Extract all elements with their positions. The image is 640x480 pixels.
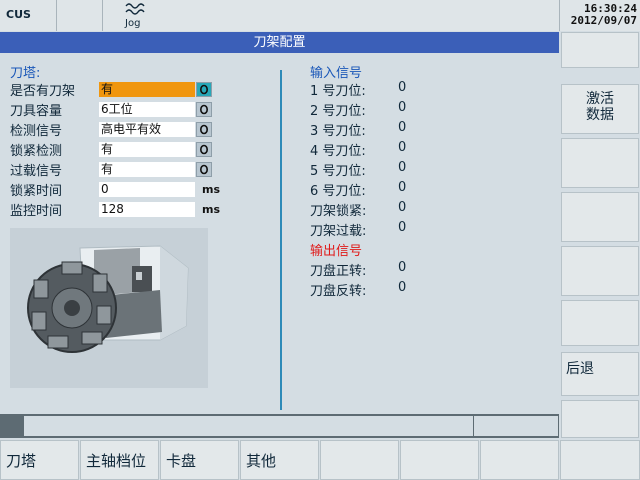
toggle-icon[interactable]: [196, 162, 212, 177]
vertical-softkey-4[interactable]: [561, 192, 639, 242]
input-signal-label: 刀架锁紧:: [310, 204, 367, 219]
op-mode-cell: Jog: [57, 0, 145, 31]
output-signal-value: 0: [398, 260, 407, 275]
input-signal-value: 0: [398, 100, 407, 115]
clock: 16:30:24 2012/09/07: [571, 3, 637, 27]
toggle-icon[interactable]: [196, 82, 212, 97]
input-signal-label: 3 号刀位:: [310, 124, 366, 139]
tab-label: 刀塔: [6, 452, 37, 470]
horizontal-softkey-5[interactable]: [320, 440, 399, 480]
back-button[interactable]: 后退: [561, 352, 639, 396]
input-signal-label: 5 号刀位:: [310, 164, 366, 179]
tab-label: 卡盘: [166, 452, 197, 470]
lock-time-unit: ms: [202, 183, 221, 196]
data-label: 数据: [586, 107, 614, 123]
mode-cell: CUS: [0, 0, 57, 31]
horizontal-softkey-8[interactable]: [560, 440, 640, 480]
detect-signal-field[interactable]: 高电平有效: [99, 122, 195, 137]
cycle-icon: [199, 84, 209, 95]
vertical-softkey-5[interactable]: [561, 246, 639, 296]
lock-time-field[interactable]: 0: [99, 182, 195, 197]
input-signal-label: 6 号刀位:: [310, 184, 366, 199]
column-divider: [280, 70, 282, 410]
input-signal-value: 0: [398, 220, 407, 235]
toggle-icon[interactable]: [196, 102, 212, 117]
turret-section-title: 刀塔:: [10, 66, 41, 81]
status-field: [474, 416, 558, 436]
overload-signal-label: 过载信号: [10, 164, 63, 179]
monitor-time-unit: ms: [202, 203, 221, 216]
detect-signal-label: 检测信号: [10, 124, 63, 139]
back-label: 后退: [566, 361, 594, 377]
page-title: 刀架配置: [0, 32, 559, 53]
tab-chuck[interactable]: 卡盘: [160, 440, 239, 480]
tab-other[interactable]: 其他: [240, 440, 319, 480]
toggle-icon[interactable]: [196, 122, 212, 137]
input-signal-value: 0: [398, 160, 407, 175]
tool-capacity-field[interactable]: 6工位: [99, 102, 195, 117]
tab-label: 其他: [246, 452, 277, 470]
lock-detect-label: 锁紧检测: [10, 144, 63, 159]
turret-label: 是否有刀架: [10, 84, 76, 99]
activate-data-button[interactable]: 激活 数据: [561, 84, 639, 134]
cycle-icon: [199, 124, 209, 135]
lock-time-label: 锁紧时间: [10, 184, 63, 199]
input-signal-label: 1 号刀位:: [310, 84, 366, 99]
output-signal-label: 刀盘正转:: [310, 264, 367, 279]
output-signals-title: 输出信号: [310, 244, 363, 259]
message-line: [24, 416, 473, 436]
input-signal-value: 0: [398, 80, 407, 95]
activate-label: 激活: [586, 91, 614, 107]
vertical-softkey-8[interactable]: [561, 400, 639, 438]
input-signal-label: 4 号刀位:: [310, 144, 366, 159]
vertical-softkey-1[interactable]: [561, 32, 639, 68]
tab-spindle-gear[interactable]: 主轴档位: [80, 440, 159, 480]
header-bar: CUS Jog 16:30:24 2012/09/07: [0, 0, 640, 31]
lock-detect-field[interactable]: 有: [99, 142, 195, 157]
date-text: 2012/09/07: [570, 14, 637, 27]
input-signal-label: 2 号刀位:: [310, 104, 366, 119]
input-signal-value: 0: [398, 120, 407, 135]
overload-signal-field[interactable]: 有: [99, 162, 195, 177]
turret-image: [10, 228, 208, 388]
vertical-softkey-6[interactable]: [561, 300, 639, 346]
input-signal-value: 0: [398, 140, 407, 155]
horizontal-softkey-7[interactable]: [480, 440, 559, 480]
vertical-softkey-3[interactable]: [561, 138, 639, 188]
turret-present-field[interactable]: 有: [99, 82, 195, 97]
horizontal-softkey-6[interactable]: [400, 440, 479, 480]
header-message-area: [103, 0, 560, 31]
input-signal-value: 0: [398, 200, 407, 215]
tab-turret[interactable]: 刀塔: [0, 440, 79, 480]
input-signals-title: 输入信号: [310, 66, 363, 81]
input-signal-label: 刀架过载:: [310, 224, 367, 239]
output-signal-value: 0: [398, 280, 407, 295]
tab-label: 主轴档位: [86, 452, 147, 470]
cycle-icon: [199, 164, 209, 175]
mode-label: CUS: [6, 8, 31, 21]
tool-capacity-label: 刀具容量: [10, 104, 63, 119]
input-signal-value: 0: [398, 180, 407, 195]
monitor-time-label: 监控时间: [10, 204, 63, 219]
toggle-icon[interactable]: [196, 142, 212, 157]
cycle-icon: [199, 104, 209, 115]
monitor-time-field[interactable]: 128: [99, 202, 195, 217]
output-signal-label: 刀盘反转:: [310, 284, 367, 299]
cycle-icon: [199, 144, 209, 155]
